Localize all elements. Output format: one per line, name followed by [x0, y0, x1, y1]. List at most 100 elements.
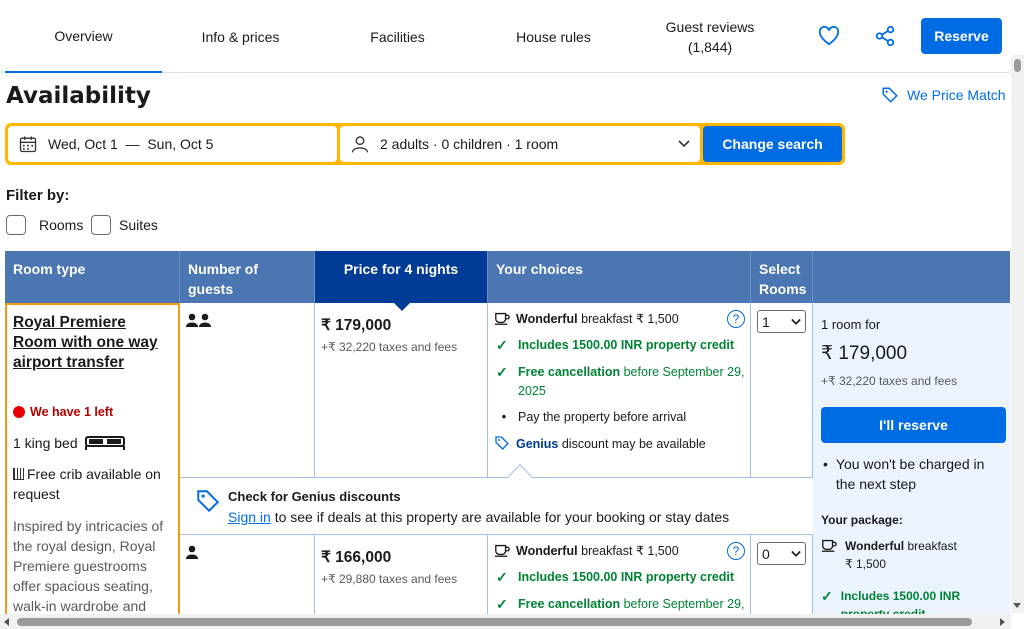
header-select-rooms: Select Rooms — [751, 251, 813, 303]
no-charge-text: You won't be charged in the next step — [835, 456, 985, 492]
horizontal-scroll-thumb[interactable] — [17, 618, 972, 626]
package-breakfast-label: Wonderful — [845, 539, 905, 553]
tab-label: Facilities — [370, 28, 425, 45]
cancellation-choice: ✓ Free cancellation before September 29, — [496, 595, 746, 614]
date-picker[interactable]: Wed, Oct 1 — Sun, Oct 5 — [8, 126, 337, 162]
horizontal-scrollbar[interactable] — [0, 614, 1011, 629]
crib-info: Free crib available on request — [13, 464, 173, 504]
credit-text: Includes 1500.00 INR property credit — [518, 338, 735, 352]
vertical-scrollbar[interactable] — [1011, 55, 1024, 613]
no-charge-note: • You won't be charged in the next step — [821, 454, 1006, 494]
coffee-cup-icon — [494, 544, 510, 557]
check-icon: ✓ — [496, 596, 508, 612]
filter-suites-checkbox[interactable]: Suites — [91, 215, 158, 235]
share-icon[interactable] — [871, 22, 899, 50]
column-divider — [314, 303, 315, 477]
cancellation-label: Free cancellation — [518, 365, 621, 379]
price-match-link[interactable]: We Price Match — [881, 86, 1006, 104]
bed-info: 1 king bed — [13, 435, 126, 451]
occupancy-text: 2 adults · 0 children · 1 room — [380, 136, 559, 152]
checkbox-label: Rooms — [39, 217, 84, 233]
scarcity-text: We have 1 left — [30, 405, 114, 419]
package-breakfast-price: ₹ 1,500 — [845, 557, 886, 571]
tab-facilities[interactable]: Facilities — [319, 0, 476, 73]
genius-choice: Genius discount may be available — [494, 435, 706, 454]
chevron-down-icon — [791, 318, 801, 325]
genius-label: Genius — [516, 437, 559, 451]
ill-reserve-button[interactable]: I'll reserve — [821, 407, 1006, 443]
tab-house-rules[interactable]: House rules — [476, 0, 631, 73]
header-pointer — [393, 302, 411, 311]
heart-icon[interactable] — [815, 22, 843, 50]
payment-text: Pay the property before arrival — [518, 410, 687, 424]
credit-text: Includes 1500.00 INR property credit — [518, 570, 735, 584]
select-value: 0 — [762, 545, 770, 562]
breakfast-choice: Wonderful breakfast ₹ 1,500 — [494, 542, 679, 561]
column-divider — [750, 303, 751, 477]
alert-dot-icon — [13, 406, 25, 418]
tab-label: Info & prices — [201, 28, 280, 45]
filter-rooms-checkbox[interactable]: Rooms — [6, 215, 83, 235]
package-breakfast-text: breakfast — [907, 539, 957, 553]
scroll-left-arrow-icon[interactable] — [4, 618, 9, 626]
change-search-button[interactable]: Change search — [703, 126, 842, 162]
chevron-down-icon — [791, 550, 801, 557]
breakfast-price: breakfast ₹ 1,500 — [581, 312, 679, 326]
filter-label: Filter by: — [6, 187, 70, 204]
one-guest-icon — [186, 545, 199, 559]
scroll-right-arrow-icon[interactable] — [1000, 618, 1005, 626]
select-value: 1 — [762, 313, 770, 330]
genius-banner-text: Sign in to see if deals at this property… — [228, 509, 729, 525]
tag-icon — [882, 87, 898, 103]
sign-in-link[interactable]: Sign in — [228, 509, 271, 525]
column-divider — [314, 535, 315, 615]
genius-banner-title: Check for Genius discounts — [228, 489, 401, 504]
check-icon: ✓ — [496, 337, 508, 353]
property-nav: Overview Info & prices Facilities House … — [5, 0, 1010, 73]
person-icon — [351, 136, 369, 153]
tab-label: Overview — [54, 27, 113, 44]
credit-choice: ✓ Includes 1500.00 INR property credit — [496, 568, 734, 587]
cancellation-date: before September 29, — [623, 597, 745, 611]
two-guests-icon — [186, 313, 212, 327]
tab-guest-reviews[interactable]: Guest reviews (1,844) — [631, 0, 789, 73]
scarcity-badge: We have 1 left — [13, 405, 113, 419]
summary-price: ₹ 179,000 — [821, 343, 908, 364]
availability-title: Availability — [6, 83, 151, 109]
tag-icon — [495, 436, 509, 450]
bullet-icon: • — [823, 456, 828, 472]
room-quantity-select[interactable]: 0 — [757, 542, 806, 565]
help-icon[interactable]: ? — [727, 310, 745, 328]
genius-banner: Check for Genius discounts Sign in to se… — [180, 477, 813, 535]
help-icon[interactable]: ? — [727, 542, 745, 560]
room-table-header: Room type Number of guests Price for 4 n… — [5, 251, 1010, 303]
price-match-label: We Price Match — [907, 87, 1006, 103]
genius-banner-desc: to see if deals at this property are ava… — [274, 509, 730, 525]
bullet-icon: • — [501, 410, 507, 424]
bed-text: 1 king bed — [13, 435, 78, 451]
scroll-down-arrow-icon[interactable] — [1013, 603, 1021, 608]
genius-tag-icon — [197, 490, 220, 513]
room-quantity-select[interactable]: 1 — [757, 310, 806, 333]
vertical-scroll-thumb[interactable] — [1014, 59, 1021, 72]
room-title-link[interactable]: Royal Premiere Room with one way airport… — [13, 313, 173, 373]
checkbox-box — [91, 215, 111, 235]
calendar-icon — [19, 136, 37, 153]
reserve-button[interactable]: Reserve — [921, 18, 1002, 54]
tab-label: Guest reviews — [665, 18, 755, 35]
cancellation-label: Free cancellation — [518, 597, 621, 611]
date-range: Wed, Oct 1 — Sun, Oct 5 — [48, 136, 214, 152]
occupancy-picker[interactable]: 2 adults · 0 children · 1 room — [340, 126, 700, 162]
bed-icon — [84, 436, 125, 450]
breakfast-price: breakfast ₹ 1,500 — [581, 544, 679, 558]
tab-overview[interactable]: Overview — [5, 0, 162, 73]
summary-taxes: +₹ 32,220 taxes and fees — [821, 374, 958, 388]
offer-price: ₹ 179,000 — [321, 317, 392, 334]
header-choices: Your choices — [488, 251, 751, 303]
rooms-for-text: 1 room for — [821, 317, 881, 332]
check-icon: ✓ — [496, 364, 508, 380]
checkbox-box — [6, 215, 26, 235]
check-icon: ✓ — [496, 569, 508, 585]
breakfast-choice: Wonderful breakfast ₹ 1,500 — [494, 310, 679, 329]
tab-info-prices[interactable]: Info & prices — [162, 0, 319, 73]
